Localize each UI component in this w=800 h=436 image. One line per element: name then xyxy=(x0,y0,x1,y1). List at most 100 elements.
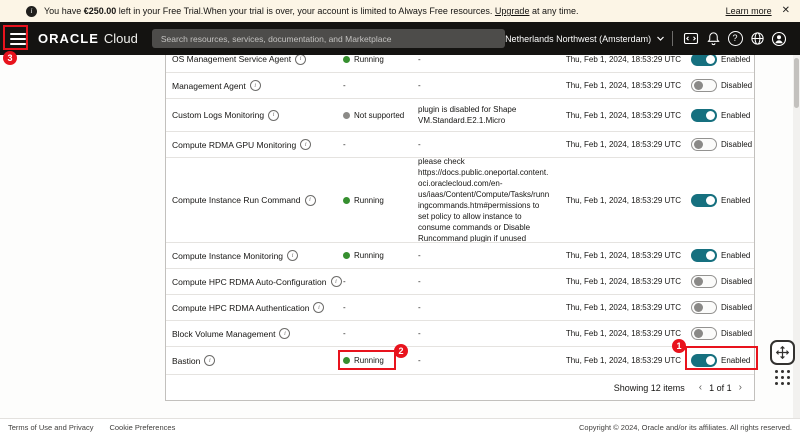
plugin-message: plugin is disabled for Shape VM.Standard… xyxy=(414,99,554,131)
table-row: Compute Instance Run Commandi Running pl… xyxy=(166,157,754,242)
plugin-timestamp: Thu, Feb 1, 2024, 18:53:29 UTC xyxy=(554,55,689,72)
toggle-label: Disabled xyxy=(721,277,752,286)
toggle-switch[interactable] xyxy=(691,194,717,207)
toggle-switch[interactable] xyxy=(691,301,717,314)
plugin-name: Compute HPC RDMA Authentication xyxy=(172,303,309,313)
table-row: Custom Logs Monitoringi Not supported pl… xyxy=(166,98,754,131)
status-text: - xyxy=(343,303,346,312)
plugin-timestamp: Thu, Feb 1, 2024, 18:53:29 UTC xyxy=(554,347,689,374)
plugin-name: OS Management Service Agent xyxy=(172,55,291,64)
toggle-switch[interactable] xyxy=(691,249,717,262)
chevron-down-icon xyxy=(656,34,665,43)
status-text: Running xyxy=(354,251,384,260)
info-icon[interactable]: i xyxy=(268,110,279,121)
status-text: - xyxy=(343,277,346,286)
plugin-name: Bastion xyxy=(172,356,200,366)
info-icon[interactable]: i xyxy=(295,55,306,65)
plugin-name: Block Volume Management xyxy=(172,329,275,339)
plugin-timestamp: Thu, Feb 1, 2024, 18:53:29 UTC xyxy=(554,73,689,98)
close-icon[interactable]: ✕ xyxy=(782,6,790,16)
top-navigation-bar: ORACLE Cloud Netherlands Northwest (Amst… xyxy=(0,22,800,55)
terms-link[interactable]: Terms of Use and Privacy xyxy=(8,423,93,432)
trial-message: You have €250.00 left in your Free Trial… xyxy=(44,6,578,16)
table-row: Compute HPC RDMA Auto-Configurationi - -… xyxy=(166,268,754,294)
toggle-label: Enabled xyxy=(721,111,750,120)
status-dot-running xyxy=(343,56,350,63)
info-icon[interactable]: i xyxy=(313,302,324,313)
toggle-switch[interactable] xyxy=(691,327,717,340)
status-dot-running xyxy=(343,357,350,364)
info-icon[interactable]: i xyxy=(250,80,261,91)
plugin-message: - xyxy=(414,321,554,346)
plugin-message: - xyxy=(414,295,554,320)
hamburger-menu-icon[interactable] xyxy=(10,33,26,45)
table-row-bastion: Bastioni Running - Thu, Feb 1, 2024, 18:… xyxy=(166,346,754,374)
info-icon[interactable]: i xyxy=(287,250,298,261)
plugin-message: - xyxy=(414,243,554,268)
pagination-next-icon[interactable]: › xyxy=(739,383,742,393)
status-text: - xyxy=(343,81,346,90)
oracle-cloud-logo[interactable]: ORACLE Cloud xyxy=(38,31,138,46)
trial-amount: €250.00 xyxy=(84,6,117,16)
toggle-switch[interactable] xyxy=(691,354,717,367)
table-row: Compute Instance Monitoringi Running - T… xyxy=(166,242,754,268)
table-row: Compute RDMA GPU Monitoringi - - Thu, Fe… xyxy=(166,131,754,157)
toggle-switch[interactable] xyxy=(691,55,717,66)
floating-widget xyxy=(770,340,795,386)
plugin-timestamp: Thu, Feb 1, 2024, 18:53:29 UTC xyxy=(554,158,689,242)
showing-items-count: Showing 12 items xyxy=(614,383,685,393)
toggle-label: Enabled xyxy=(721,196,750,205)
notifications-bell-icon[interactable] xyxy=(704,30,722,48)
page-footer: Terms of Use and Privacy Cookie Preferen… xyxy=(0,418,800,436)
toggle-label: Enabled xyxy=(721,251,750,260)
status-text: Running xyxy=(354,55,384,64)
language-globe-icon[interactable] xyxy=(748,30,766,48)
table-row: Management Agenti - - Thu, Feb 1, 2024, … xyxy=(166,72,754,98)
toggle-switch[interactable] xyxy=(691,275,717,288)
status-dot-not-supported xyxy=(343,112,350,119)
logo-oracle-text: ORACLE xyxy=(38,31,99,46)
info-icon[interactable]: i xyxy=(305,195,316,206)
status-text: - xyxy=(343,140,346,149)
info-icon[interactable]: i xyxy=(204,355,215,366)
move-handle-button[interactable] xyxy=(770,340,795,365)
pagination-prev-icon[interactable]: ‹ xyxy=(699,383,702,393)
move-icon xyxy=(775,345,790,360)
region-selector[interactable]: Netherlands Northwest (Amsterdam) xyxy=(505,34,665,44)
logo-cloud-text: Cloud xyxy=(104,31,138,46)
trial-banner: i You have €250.00 left in your Free Tri… xyxy=(0,0,800,22)
developer-tools-icon[interactable] xyxy=(682,30,700,48)
toggle-label: Disabled xyxy=(721,140,752,149)
toggle-switch[interactable] xyxy=(691,79,717,92)
toggle-label: Enabled xyxy=(721,356,750,365)
scrollbar-thumb[interactable] xyxy=(794,58,799,108)
search-input[interactable] xyxy=(152,29,505,48)
grid-dots-icon[interactable] xyxy=(774,369,791,386)
user-avatar[interactable] xyxy=(770,30,788,48)
help-icon[interactable]: ? xyxy=(726,30,744,48)
learn-more-link[interactable]: Learn more xyxy=(726,6,772,16)
plugin-timestamp: Thu, Feb 1, 2024, 18:53:29 UTC xyxy=(554,295,689,320)
plugin-name: Compute HPC RDMA Auto-Configuration xyxy=(172,277,327,287)
table-pagination: Showing 12 items ‹ 1 of 1 › xyxy=(166,374,754,400)
plugin-name: Compute Instance Monitoring xyxy=(172,251,283,261)
toggle-label: Disabled xyxy=(721,81,752,90)
cookie-preferences-link[interactable]: Cookie Preferences xyxy=(109,423,175,432)
info-icon[interactable]: i xyxy=(279,328,290,339)
plugin-message: - xyxy=(414,132,554,157)
info-icon[interactable]: i xyxy=(300,139,311,150)
status-dot-running xyxy=(343,252,350,259)
toggle-switch[interactable] xyxy=(691,138,717,151)
table-row: OS Management Service Agenti Running - T… xyxy=(166,55,754,72)
plugin-message: - xyxy=(414,269,554,294)
table-row: Block Volume Managementi - - Thu, Feb 1,… xyxy=(166,320,754,346)
plugins-table: OS Management Service Agent i Running - T… xyxy=(165,55,755,401)
toggle-switch[interactable] xyxy=(691,109,717,122)
toggle-label: Disabled xyxy=(721,303,752,312)
page-indicator: 1 of 1 xyxy=(709,383,732,393)
plugin-name: Management Agent xyxy=(172,81,246,91)
upgrade-link[interactable]: Upgrade xyxy=(495,6,530,16)
status-text: Running xyxy=(354,356,384,365)
plugin-timestamp: Thu, Feb 1, 2024, 18:53:29 UTC xyxy=(554,132,689,157)
status-dot-running xyxy=(343,197,350,204)
